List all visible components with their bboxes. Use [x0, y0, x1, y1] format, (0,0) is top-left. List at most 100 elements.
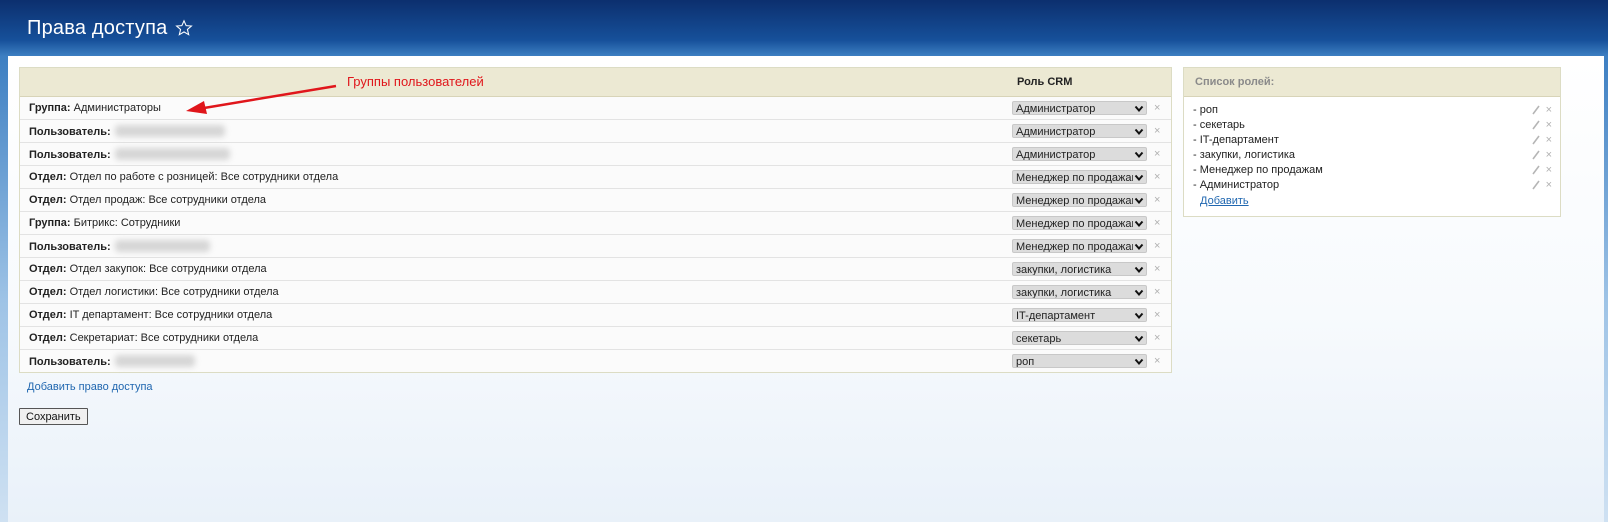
row-label: Отдел: Секретариат: Все сотрудники отдел… — [29, 332, 258, 344]
row-kind: Отдел: — [29, 286, 67, 298]
role-list-item: - секетарь × — [1193, 119, 1553, 134]
row-label: Пользователь: — [29, 240, 210, 253]
role-select[interactable]: IT-департамент — [1012, 308, 1147, 322]
chevron-down-icon — [1134, 266, 1144, 274]
pencil-icon[interactable] — [1532, 150, 1540, 160]
row-kind: Отдел: — [29, 194, 67, 206]
close-icon[interactable]: × — [1154, 194, 1160, 206]
close-icon[interactable]: × — [1154, 102, 1160, 114]
role-select[interactable]: Администратор — [1012, 124, 1147, 138]
role-select[interactable]: Менеджер по продажам — [1012, 216, 1147, 230]
row-kind: Пользователь: — [29, 126, 111, 138]
close-icon[interactable]: × — [1154, 332, 1160, 344]
close-icon[interactable]: × — [1546, 149, 1552, 161]
chevron-down-icon — [1134, 312, 1144, 320]
redacted-user-name — [114, 240, 210, 252]
role-select-value: Менеджер по продажам — [1016, 218, 1133, 230]
annotation-text: Группы пользователей — [347, 74, 484, 89]
chevron-down-icon — [1134, 128, 1144, 136]
row-kind: Отдел: — [29, 263, 67, 275]
chevron-down-icon — [1134, 220, 1144, 228]
close-icon[interactable]: × — [1154, 217, 1160, 229]
table-row: Отдел: Отдел по работе с розницей: Все с… — [20, 166, 1171, 189]
role-select[interactable]: Администратор — [1012, 101, 1147, 115]
add-access-right-link[interactable]: Добавить право доступа — [27, 381, 153, 393]
close-icon[interactable]: × — [1546, 164, 1552, 176]
row-label: Пользователь: — [29, 148, 230, 161]
role-select-value: Администратор — [1016, 149, 1096, 161]
role-select-value: Администратор — [1016, 103, 1096, 115]
row-kind: Отдел: — [29, 309, 67, 321]
table-row: Группа: Битрикс: Сотрудники Менеджер по п… — [20, 212, 1171, 235]
table-row: Отдел: Отдел продаж: Все сотрудники отде… — [20, 189, 1171, 212]
row-name: Отдел по работе с розницей: Все сотрудни… — [66, 171, 339, 183]
role-list-item: - роп × — [1193, 104, 1553, 119]
role-select[interactable]: Менеджер по продажам — [1012, 193, 1147, 207]
close-icon[interactable]: × — [1154, 286, 1160, 298]
close-icon[interactable]: × — [1154, 263, 1160, 275]
title-bar: Права доступа — [27, 13, 194, 43]
chevron-down-icon — [1134, 174, 1144, 182]
star-icon[interactable] — [175, 19, 194, 37]
row-label: Группа: Администраторы — [29, 102, 161, 114]
row-name: Администраторы — [70, 102, 161, 114]
role-select[interactable]: Менеджер по продажам — [1012, 170, 1147, 184]
role-select-value: Менеджер по продажам — [1016, 195, 1133, 207]
role-select-value: роп — [1016, 356, 1035, 368]
chevron-down-icon — [1134, 358, 1144, 366]
row-label: Отдел: Отдел логистики: Все сотрудники о… — [29, 286, 279, 298]
add-role-link[interactable]: Добавить — [1200, 195, 1249, 207]
chevron-down-icon — [1134, 197, 1144, 205]
redacted-user-name — [114, 355, 195, 367]
page-title: Права доступа — [27, 16, 168, 39]
close-icon[interactable]: × — [1546, 119, 1552, 131]
content-area: Группы пользователей Роль CRM Группа: Ад… — [8, 56, 1604, 522]
close-icon[interactable]: × — [1154, 355, 1160, 367]
role-list-item: - закупки, логистика × — [1193, 149, 1553, 164]
role-select-value: закупки, логистика — [1016, 287, 1112, 299]
row-kind: Пользователь: — [29, 241, 111, 253]
close-icon[interactable]: × — [1546, 104, 1552, 116]
pencil-icon[interactable] — [1532, 105, 1540, 115]
pencil-icon[interactable] — [1532, 180, 1540, 190]
role-select[interactable]: закупки, логистика — [1012, 262, 1147, 276]
row-kind: Пользователь: — [29, 149, 111, 161]
arrow-annotation — [186, 84, 337, 114]
save-button[interactable]: Сохранить — [19, 408, 88, 425]
close-icon[interactable]: × — [1154, 125, 1160, 137]
role-select[interactable]: закупки, логистика — [1012, 285, 1147, 299]
role-name: - IT-департамент — [1193, 134, 1279, 146]
role-column-header: Роль CRM — [1017, 76, 1073, 88]
role-select-value: Администратор — [1016, 126, 1096, 138]
row-name: Секретариат: Все сотрудники отдела — [66, 332, 259, 344]
role-select-value: Менеджер по продажам — [1016, 241, 1133, 253]
pencil-icon[interactable] — [1532, 165, 1540, 175]
chevron-down-icon — [1134, 289, 1144, 297]
row-name: IT департамент: Все сотрудники отдела — [66, 309, 273, 321]
row-label: Отдел: Отдел закупок: Все сотрудники отд… — [29, 263, 267, 275]
role-name: - закупки, логистика — [1193, 149, 1296, 161]
close-icon[interactable]: × — [1154, 309, 1160, 321]
table-row: Пользователь: роп × — [20, 350, 1171, 372]
pencil-icon[interactable] — [1532, 120, 1540, 130]
row-name: Отдел продаж: Все сотрудники отдела — [66, 194, 267, 206]
pencil-icon[interactable] — [1532, 135, 1540, 145]
close-icon[interactable]: × — [1154, 148, 1160, 160]
role-select[interactable]: Администратор — [1012, 147, 1147, 161]
table-row: Отдел: IT департамент: Все сотрудники от… — [20, 304, 1171, 327]
row-label: Отдел: Отдел по работе с розницей: Все с… — [29, 171, 338, 183]
role-list-item: - Администратор × — [1193, 179, 1553, 194]
roles-panel-title: Список ролей: — [1195, 76, 1275, 88]
row-kind: Отдел: — [29, 332, 67, 344]
close-icon[interactable]: × — [1546, 179, 1552, 191]
row-label: Пользователь: — [29, 355, 195, 368]
close-icon[interactable]: × — [1154, 240, 1160, 252]
roles-panel-header: Список ролей: — [1184, 68, 1560, 97]
chevron-down-icon — [1134, 151, 1144, 159]
role-select[interactable]: секетарь — [1012, 331, 1147, 345]
close-icon[interactable]: × — [1154, 171, 1160, 183]
role-select[interactable]: роп — [1012, 354, 1147, 368]
role-select[interactable]: Менеджер по продажам — [1012, 239, 1147, 253]
redacted-user-name — [114, 125, 225, 137]
close-icon[interactable]: × — [1546, 134, 1552, 146]
